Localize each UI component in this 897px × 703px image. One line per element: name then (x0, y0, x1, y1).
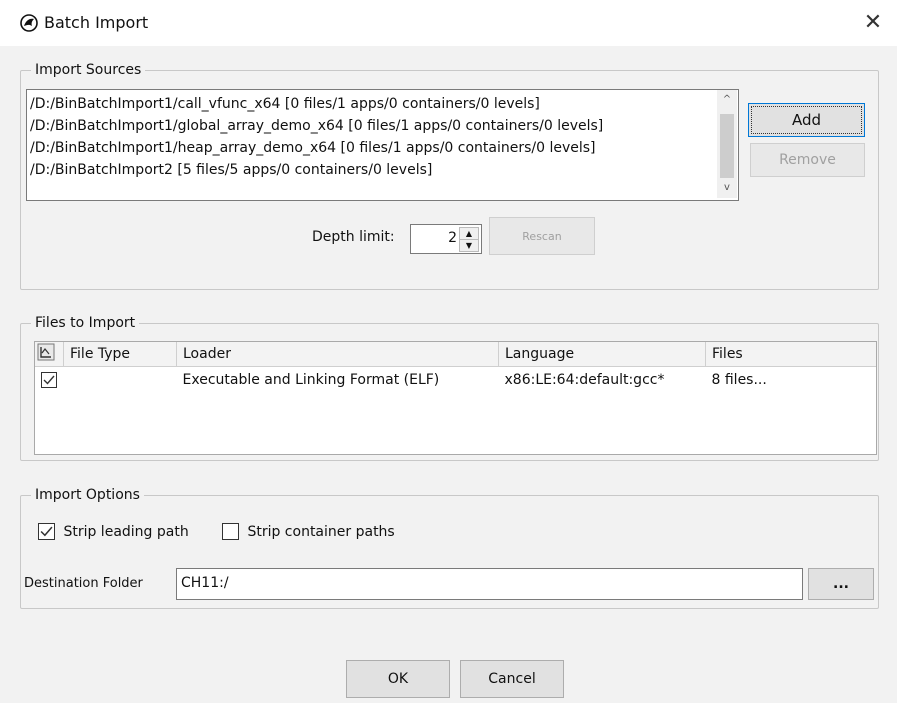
depth-limit-label: Depth limit: (312, 229, 395, 245)
list-item[interactable]: /D:/BinBatchImport1/global_array_demo_x6… (27, 115, 738, 137)
cell-file-type (64, 367, 177, 394)
close-icon[interactable]: ✕ (858, 8, 888, 38)
list-item[interactable]: /D:/BinBatchImport1/heap_array_demo_x64 … (27, 137, 738, 159)
rescan-button-label: Rescan (522, 230, 562, 243)
depth-limit-spinner[interactable]: 2 ▲ ▼ (410, 224, 482, 254)
window-title: Batch Import (44, 13, 149, 32)
browse-folder-button[interactable]: ... (808, 568, 874, 600)
scroll-up-icon[interactable]: ^ (717, 92, 737, 108)
destination-folder-field[interactable]: CH11:/ (176, 568, 803, 600)
strip-leading-path-label[interactable]: Strip leading path (63, 524, 188, 540)
select-all-icon[interactable] (37, 343, 55, 365)
files-table: File Type Loader Language Files Executab… (35, 342, 876, 393)
destination-folder-label: Destination Folder (24, 576, 143, 591)
ghidra-dragon-icon (20, 14, 38, 32)
files-table-header: File Type Loader Language Files (35, 342, 876, 367)
rescan-button[interactable]: Rescan (489, 217, 595, 255)
list-item[interactable]: /D:/BinBatchImport2 [5 files/5 apps/0 co… (27, 159, 738, 181)
cell-loader: Executable and Linking Format (ELF) (182, 372, 440, 388)
column-header-select-all[interactable] (35, 342, 64, 367)
files-to-import-legend: Files to Import (35, 315, 136, 331)
strip-container-paths-checkbox[interactable] (222, 523, 239, 540)
import-sources-legend: Import Sources (35, 62, 142, 78)
cell-files[interactable]: 8 files... (706, 367, 877, 394)
files-table-container: File Type Loader Language Files Executab… (34, 341, 877, 455)
spinner-down-icon[interactable]: ▼ (459, 239, 479, 252)
add-button[interactable]: Add (748, 103, 865, 137)
ok-button[interactable]: OK (346, 660, 450, 698)
strip-container-paths-option[interactable]: Strip container paths (222, 523, 395, 543)
scroll-down-icon[interactable]: v (717, 180, 737, 196)
row-checkbox-cell[interactable] (35, 367, 64, 394)
strip-container-paths-label[interactable]: Strip container paths (247, 524, 394, 540)
remove-button-label: Remove (779, 152, 836, 168)
column-header-files[interactable]: Files (705, 342, 876, 367)
cancel-button[interactable]: Cancel (460, 660, 564, 698)
column-header-file-type[interactable]: File Type (63, 342, 177, 367)
strip-leading-path-checkbox[interactable] (38, 523, 55, 540)
add-button-label: Add (791, 111, 822, 129)
table-row[interactable]: Executable and Linking Format (ELF) x86:… (35, 367, 876, 394)
column-header-loader[interactable]: Loader (176, 342, 499, 367)
list-scrollbar[interactable]: ^ v (717, 90, 737, 198)
depth-limit-value[interactable]: 2 (448, 230, 457, 246)
list-item[interactable]: /D:/BinBatchImport1/call_vfunc_x64 [0 fi… (27, 93, 738, 115)
scroll-thumb[interactable] (720, 114, 734, 178)
column-header-language[interactable]: Language (498, 342, 706, 367)
row-checkbox[interactable] (41, 372, 57, 388)
title-bar: Batch Import ✕ (0, 0, 897, 46)
cell-language: x86:LE:64:default:gcc* (504, 372, 665, 388)
import-options-legend: Import Options (35, 487, 140, 503)
remove-button[interactable]: Remove (750, 143, 865, 177)
import-sources-list[interactable]: /D:/BinBatchImport1/call_vfunc_x64 [0 fi… (26, 89, 739, 201)
strip-leading-path-option[interactable]: Strip leading path (38, 523, 189, 543)
